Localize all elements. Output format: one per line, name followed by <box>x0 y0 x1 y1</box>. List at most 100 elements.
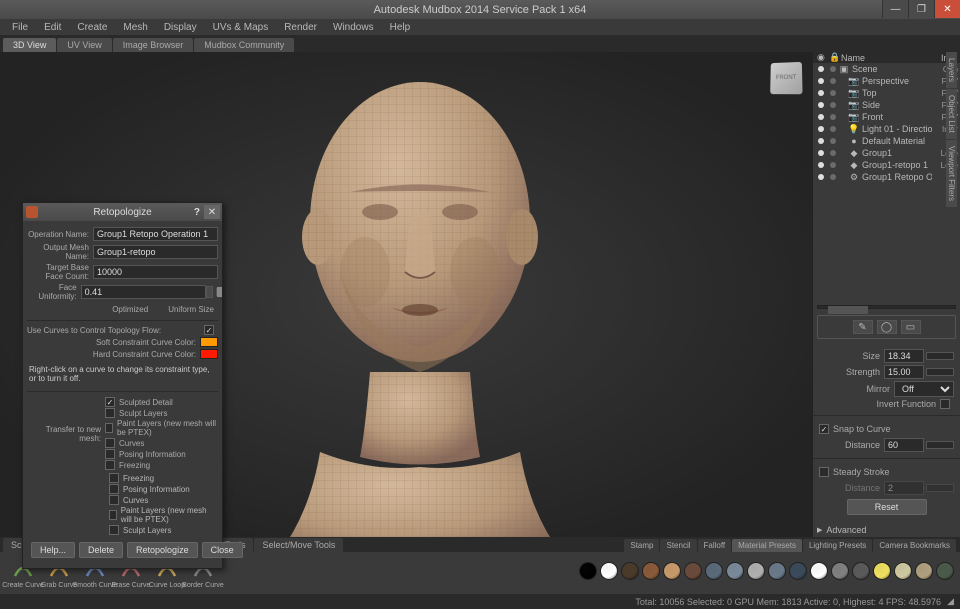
help-button[interactable]: Help... <box>31 542 75 558</box>
menu-uvs-maps[interactable]: UVs & Maps <box>205 20 277 35</box>
menu-help[interactable]: Help <box>382 20 419 35</box>
transfer-opt-1-checkbox[interactable] <box>105 408 115 418</box>
material-swatch[interactable] <box>621 562 639 580</box>
lock-dot[interactable] <box>830 102 836 108</box>
dialog-close-icon[interactable]: ✕ <box>204 205 220 219</box>
lock-dot[interactable] <box>830 114 836 120</box>
name-col-header[interactable]: Name <box>841 53 930 63</box>
transfer-opt-checkbox[interactable] <box>109 495 119 505</box>
close-dialog-button[interactable]: Close <box>202 542 243 558</box>
scene-row[interactable]: 📷FrontFOV <box>813 111 960 123</box>
advanced-expander[interactable]: ▶ Advanced <box>813 523 960 537</box>
scene-row[interactable]: ◆Group1-retopo 1Leve <box>813 159 960 171</box>
visibility-dot[interactable] <box>818 114 824 120</box>
material-swatch[interactable] <box>852 562 870 580</box>
lock-dot[interactable] <box>830 126 836 132</box>
visibility-dot[interactable] <box>818 90 824 96</box>
viewtab-uv-view[interactable]: UV View <box>57 38 111 52</box>
size-input[interactable] <box>884 349 924 363</box>
transfer-opt-checkbox[interactable] <box>109 473 119 483</box>
transfer-opt-2-checkbox[interactable] <box>105 423 113 433</box>
visibility-dot[interactable] <box>818 138 824 144</box>
presettab-stamp[interactable]: Stamp <box>624 539 659 552</box>
presettab-falloff[interactable]: Falloff <box>698 539 732 552</box>
maximize-button[interactable]: ❐ <box>908 0 934 18</box>
mode-btn-2[interactable]: ◯ <box>877 320 897 334</box>
material-swatch[interactable] <box>747 562 765 580</box>
visibility-dot[interactable] <box>818 102 824 108</box>
material-swatch[interactable] <box>684 562 702 580</box>
scene-row[interactable]: ●Default Material <box>813 135 960 147</box>
status-resize-icon[interactable]: ◢ <box>947 596 954 607</box>
scene-hscroll[interactable] <box>817 305 956 309</box>
lock-dot[interactable] <box>830 150 836 156</box>
visibility-dot[interactable] <box>818 66 824 72</box>
presettab-stencil[interactable]: Stencil <box>660 539 696 552</box>
menu-file[interactable]: File <box>4 20 36 35</box>
scene-row[interactable]: 📷TopFOV <box>813 87 960 99</box>
scene-row[interactable]: ◆Group1Leve <box>813 147 960 159</box>
menu-mesh[interactable]: Mesh <box>115 20 155 35</box>
scene-row[interactable]: 📷PerspectiveFOV <box>813 75 960 87</box>
visibility-dot[interactable] <box>818 162 824 168</box>
uniformity-spinner[interactable] <box>206 286 213 298</box>
transfer-opt-checkbox[interactable] <box>109 484 119 494</box>
soft-color-swatch[interactable] <box>200 337 218 347</box>
presettab-material-presets[interactable]: Material Presets <box>732 539 802 552</box>
close-button[interactable]: ✕ <box>934 0 960 18</box>
material-swatch[interactable] <box>894 562 912 580</box>
reset-button[interactable]: Reset <box>847 499 927 515</box>
distance-input[interactable] <box>884 438 924 452</box>
transfer-opt-checkbox[interactable] <box>109 525 119 535</box>
snap-checkbox[interactable] <box>819 424 829 434</box>
material-swatch[interactable] <box>768 562 786 580</box>
presettab-camera-bookmarks[interactable]: Camera Bookmarks <box>873 539 956 552</box>
lock-dot[interactable] <box>830 174 836 180</box>
transfer-opt-4-checkbox[interactable] <box>105 449 115 459</box>
material-swatch[interactable] <box>705 562 723 580</box>
uniformity-slider[interactable] <box>216 288 218 296</box>
minimize-button[interactable]: — <box>882 0 908 18</box>
invert-checkbox[interactable] <box>940 399 950 409</box>
menu-windows[interactable]: Windows <box>325 20 382 35</box>
strength-slider[interactable] <box>926 368 954 376</box>
visibility-dot[interactable] <box>818 150 824 156</box>
viewcube[interactable]: FRONT <box>770 62 802 94</box>
material-swatch[interactable] <box>831 562 849 580</box>
dialog-titlebar[interactable]: Retopologize ? ✕ <box>23 203 222 221</box>
material-swatch[interactable] <box>810 562 828 580</box>
mirror-select[interactable]: Off <box>894 381 954 397</box>
scene-row[interactable]: ⚙Group1 Retopo Operation 1 <box>813 171 960 183</box>
bottomtab-select-move-tools[interactable]: Select/Move Tools <box>254 538 343 552</box>
menu-create[interactable]: Create <box>69 20 115 35</box>
lock-dot[interactable] <box>830 90 836 96</box>
material-swatch[interactable] <box>642 562 660 580</box>
scene-row[interactable]: 📷SideFOV <box>813 99 960 111</box>
scene-row[interactable]: 💡Light 01 - DirectionalInter <box>813 123 960 135</box>
mode-btn-3[interactable]: ▭ <box>901 320 921 334</box>
lock-dot[interactable] <box>830 138 836 144</box>
material-swatch[interactable] <box>663 562 681 580</box>
material-swatch[interactable] <box>936 562 954 580</box>
op-name-input[interactable] <box>93 227 218 241</box>
strength-input[interactable] <box>884 365 924 379</box>
transfer-opt-3-checkbox[interactable] <box>105 438 115 448</box>
retopologize-button[interactable]: Retopologize <box>127 542 198 558</box>
uniformity-input[interactable] <box>81 285 206 299</box>
delete-button[interactable]: Delete <box>79 542 123 558</box>
vtab-object-list[interactable]: Object List <box>946 89 957 139</box>
material-swatch[interactable] <box>915 562 933 580</box>
transfer-opt-0-checkbox[interactable] <box>105 397 115 407</box>
use-curves-checkbox[interactable] <box>204 325 214 335</box>
visibility-dot[interactable] <box>818 78 824 84</box>
visibility-dot[interactable] <box>818 174 824 180</box>
steady-checkbox[interactable] <box>819 467 829 477</box>
material-swatch[interactable] <box>600 562 618 580</box>
menu-edit[interactable]: Edit <box>36 20 69 35</box>
viewtab-image-browser[interactable]: Image Browser <box>113 38 194 52</box>
distance-slider[interactable] <box>926 441 954 449</box>
vtab-viewport-filters[interactable]: Viewport Filters <box>946 140 957 207</box>
menu-display[interactable]: Display <box>156 20 205 35</box>
lock-dot[interactable] <box>830 78 836 84</box>
vtab-layers[interactable]: Layers <box>946 52 957 88</box>
